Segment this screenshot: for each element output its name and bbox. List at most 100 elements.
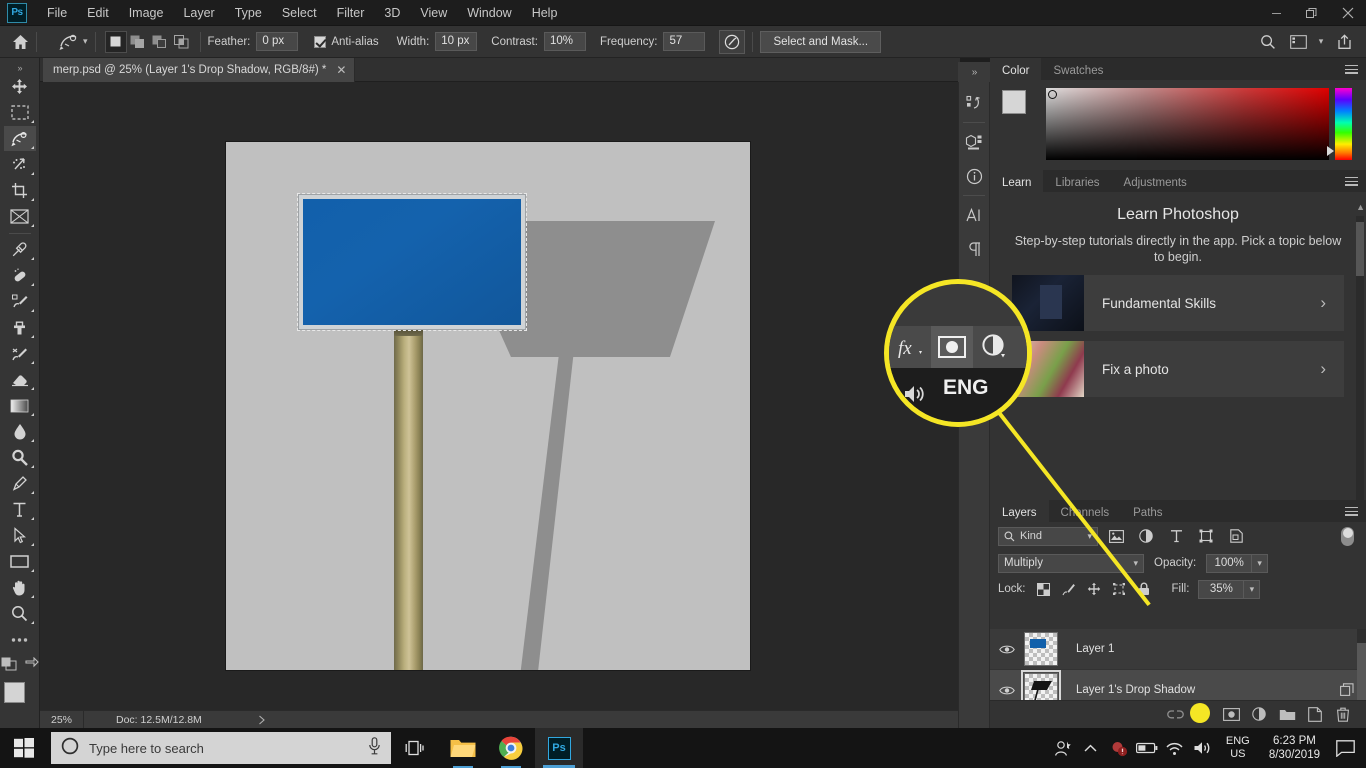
fill-stepper[interactable]: ▾: [1244, 579, 1261, 599]
workspace-icon[interactable]: [1284, 29, 1312, 55]
search-icon[interactable]: [1254, 29, 1282, 55]
lock-transparent-pixels-icon[interactable]: [1033, 579, 1055, 599]
lock-image-pixels-icon[interactable]: [1058, 579, 1080, 599]
selection-mode-intersect[interactable]: [170, 30, 193, 53]
learn-card-fix-a-photo[interactable]: Fix a photo ›: [1012, 341, 1344, 397]
google-chrome-icon[interactable]: [487, 728, 535, 768]
menu-image[interactable]: Image: [119, 2, 174, 24]
artboard[interactable]: [226, 142, 750, 670]
gradient-tool[interactable]: [4, 393, 36, 418]
pixel-layer-filter-icon[interactable]: [1104, 526, 1128, 546]
anti-alias-checkbox[interactable]: [314, 35, 327, 48]
eyedropper-tool[interactable]: [4, 237, 36, 262]
layer-name[interactable]: Layer 1's Drop Shadow: [1076, 684, 1195, 696]
layer-filter-kind-select[interactable]: Kind ▾: [998, 526, 1098, 546]
delete-layer-icon[interactable]: [1330, 703, 1356, 727]
type-layer-filter-icon[interactable]: [1164, 526, 1188, 546]
eraser-tool[interactable]: [4, 367, 36, 392]
panel-menu-icon[interactable]: [1345, 176, 1358, 189]
horizontal-type-tool[interactable]: [4, 497, 36, 522]
shape-layer-filter-icon[interactable]: [1194, 526, 1218, 546]
character-icon[interactable]: [959, 198, 989, 232]
info-icon[interactable]: [959, 159, 989, 193]
menu-view[interactable]: View: [410, 2, 457, 24]
opacity-input[interactable]: 100%: [1206, 553, 1253, 573]
filter-enable-toggle[interactable]: [1341, 526, 1354, 546]
rail-collapse-button[interactable]: »: [958, 62, 990, 82]
fill-input[interactable]: 35%: [1198, 579, 1245, 599]
table-row[interactable]: Layer 1's Drop Shadow: [990, 670, 1366, 700]
layer-name[interactable]: Layer 1: [1076, 643, 1114, 655]
battery-icon[interactable]: [1133, 728, 1161, 768]
rectangular-marquee-tool[interactable]: [4, 100, 36, 125]
paragraph-icon[interactable]: [959, 232, 989, 266]
screen-mode-icon[interactable]: [24, 656, 39, 676]
document-tab[interactable]: merp.psd @ 25% (Layer 1's Drop Shadow, R…: [43, 58, 356, 82]
new-group-icon[interactable]: [1274, 703, 1300, 727]
brush-tool[interactable]: [4, 289, 36, 314]
pen-pressure-icon[interactable]: [719, 29, 746, 54]
minimize-button[interactable]: [1258, 0, 1294, 26]
scrollbar-thumb[interactable]: [1356, 222, 1364, 276]
share-icon[interactable]: [1330, 29, 1358, 55]
zoom-tool[interactable]: [4, 601, 36, 626]
magnetic-lasso-tool[interactable]: [3, 126, 36, 151]
link-layers-icon[interactable]: [1162, 703, 1188, 727]
menu-edit[interactable]: Edit: [77, 2, 119, 24]
scrollbar-thumb[interactable]: [1357, 643, 1366, 700]
photoshop-icon[interactable]: Ps: [535, 728, 583, 768]
clock[interactable]: 6:23 PM 8/30/2019: [1259, 734, 1330, 762]
history-icon[interactable]: [959, 86, 989, 120]
panel-menu-icon[interactable]: [1345, 506, 1358, 519]
hand-tool[interactable]: [4, 575, 36, 600]
frequency-input[interactable]: 57: [663, 32, 706, 51]
new-layer-icon[interactable]: [1302, 703, 1328, 727]
history-brush-tool[interactable]: [4, 341, 36, 366]
task-view-icon[interactable]: [391, 728, 439, 768]
opacity-stepper[interactable]: ▾: [1252, 553, 1269, 573]
people-icon[interactable]: [1049, 728, 1077, 768]
foreground-color-swatch[interactable]: [1002, 90, 1026, 114]
foreground-color-swatch[interactable]: [3, 682, 25, 703]
rectangle-tool[interactable]: [4, 549, 36, 574]
feather-input[interactable]: 0 px: [256, 32, 299, 51]
crop-tool[interactable]: [4, 178, 36, 203]
lock-artboard-nesting-icon[interactable]: [1108, 579, 1130, 599]
menu-window[interactable]: Window: [457, 2, 521, 24]
new-fill-adjustment-layer-icon[interactable]: [1246, 703, 1272, 727]
frame-tool[interactable]: [4, 204, 36, 229]
layer-visibility-icon[interactable]: [990, 685, 1024, 696]
select-and-mask-button[interactable]: Select and Mask...: [760, 30, 882, 53]
object-selection-tool[interactable]: [4, 152, 36, 177]
zoom-level-input[interactable]: 25%: [40, 710, 84, 729]
blur-tool[interactable]: [4, 419, 36, 444]
spot-healing-brush-tool[interactable]: [4, 263, 36, 288]
close-icon[interactable]: ✕: [336, 64, 346, 76]
smart-object-filter-icon[interactable]: [1224, 526, 1248, 546]
selection-mode-new[interactable]: [104, 30, 127, 53]
width-input[interactable]: 10 px: [435, 32, 478, 51]
layer-visibility-icon[interactable]: [990, 644, 1024, 655]
microphone-icon[interactable]: [368, 736, 381, 760]
move-tool[interactable]: [4, 74, 36, 99]
learn-card-fundamental-skills[interactable]: Fundamental Skills ›: [1012, 275, 1344, 331]
close-button[interactable]: [1330, 0, 1366, 26]
restore-button[interactable]: [1294, 0, 1330, 26]
layer-list-scrollbar[interactable]: [1357, 629, 1366, 700]
scroll-up-icon[interactable]: ▲: [1356, 202, 1365, 212]
dodge-tool[interactable]: [4, 445, 36, 470]
menu-select[interactable]: Select: [272, 2, 327, 24]
menu-filter[interactable]: Filter: [327, 2, 375, 24]
layer-thumbnail[interactable]: [1024, 632, 1058, 666]
layer-thumbnail[interactable]: [1021, 670, 1061, 700]
windows-start-icon[interactable]: [0, 728, 48, 768]
table-row[interactable]: Layer 1: [990, 629, 1366, 670]
smart-object-icon[interactable]: [1340, 683, 1354, 697]
learn-panel-scrollbar[interactable]: [1356, 216, 1364, 502]
panel-menu-icon[interactable]: [1345, 64, 1358, 77]
search-input[interactable]: Type here to search: [51, 732, 391, 764]
path-selection-tool[interactable]: [4, 523, 36, 548]
action-center-icon[interactable]: [1330, 728, 1360, 768]
adjustment-layer-filter-icon[interactable]: [1134, 526, 1158, 546]
volume-icon[interactable]: [1189, 728, 1217, 768]
